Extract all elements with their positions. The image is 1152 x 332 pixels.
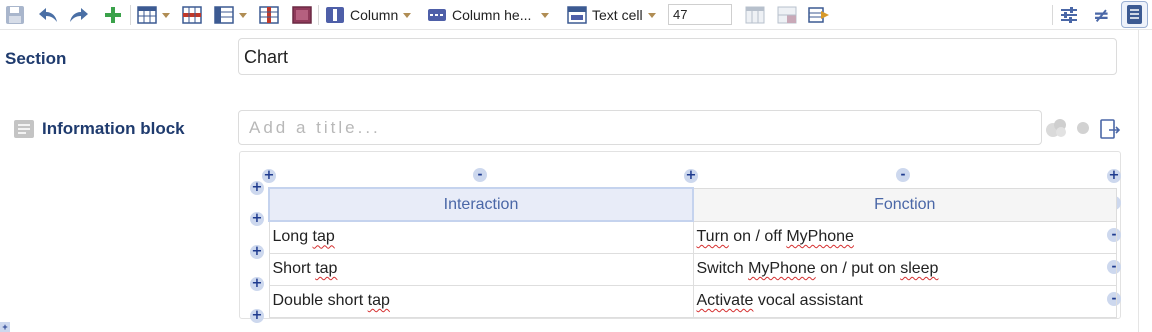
- settings-button[interactable]: [1060, 4, 1078, 26]
- column-label: Column: [350, 7, 399, 23]
- remove-column-button[interactable]: -: [473, 168, 487, 182]
- insert-column-icon: [214, 6, 234, 24]
- cell-text: Long: [272, 228, 313, 246]
- undo-button[interactable]: [37, 4, 59, 26]
- redo-button[interactable]: [68, 4, 90, 26]
- table-dropdown[interactable]: [137, 4, 170, 26]
- cell-text-misspelled: sleep: [900, 260, 939, 277]
- cell-text-misspelled: MyPhone: [786, 228, 854, 245]
- table-cell[interactable]: Switch MyPhone on / put on sleep: [692, 252, 1117, 286]
- information-block-label: Information block: [42, 119, 185, 138]
- split-column-icon: [259, 6, 279, 24]
- add-column-button[interactable]: +: [262, 169, 276, 183]
- insert-column-dropdown[interactable]: [214, 4, 247, 26]
- settings-sliders-icon: [1061, 7, 1077, 23]
- add-section-button[interactable]: +: [0, 322, 10, 332]
- cell-style-icon: [745, 6, 765, 24]
- section-label: Section: [5, 49, 67, 68]
- redo-icon: [70, 8, 88, 22]
- cell-text-misspelled: MyPhone: [748, 260, 816, 277]
- column-header-dropdown[interactable]: Column he...: [427, 4, 550, 26]
- cell-text: Short: [272, 260, 316, 277]
- table-icon: [137, 6, 157, 24]
- insert-row-icon: [182, 6, 202, 24]
- cell-text: vocal assistant: [753, 292, 863, 309]
- table-cell[interactable]: Activate vocal assistant: [692, 284, 1117, 318]
- cell-text-misspelled: tap: [312, 228, 335, 246]
- information-block-icon: [14, 120, 34, 138]
- cell-text-misspelled: Turn: [696, 228, 729, 245]
- dot-icon[interactable]: [1076, 121, 1090, 135]
- table-row: Short tap Switch MyPhone on / put on sle…: [268, 252, 1117, 286]
- table-row: Double short tap Activate vocal assistan…: [268, 284, 1117, 318]
- toolbar: Column Column he... Text cell 47 ≠: [0, 0, 1152, 30]
- table-cell[interactable]: Long tap: [268, 220, 694, 254]
- table-header-row: Interaction Fonction: [268, 187, 1117, 222]
- cell-text: on / off: [728, 228, 787, 245]
- cell-style-button[interactable]: [745, 4, 765, 26]
- size-input[interactable]: [668, 4, 732, 25]
- information-table: Interaction Fonction Long tap Turn on / …: [268, 187, 1117, 318]
- add-row-button[interactable]: +: [250, 277, 264, 291]
- cell-type-dropdown[interactable]: Text cell: [567, 4, 656, 26]
- cell-text-misspelled: Activate: [696, 292, 754, 309]
- chevron-down-icon: [403, 12, 412, 18]
- cell-text: Switch: [696, 260, 749, 277]
- not-equal-icon: ≠: [1093, 3, 1110, 27]
- split-column-button[interactable]: [259, 4, 279, 26]
- add-column-button[interactable]: +: [684, 169, 698, 183]
- insert-row-button[interactable]: [182, 4, 202, 26]
- cell-text: Double short: [272, 292, 368, 309]
- compare-button[interactable]: ≠: [1093, 3, 1110, 27]
- cell-text-misspelled: tap: [315, 260, 338, 277]
- chevron-down-icon: [162, 12, 170, 18]
- block-title-input[interactable]: [238, 110, 1042, 145]
- table-cell[interactable]: Short tap: [268, 252, 694, 286]
- column-header-interaction[interactable]: Interaction: [268, 187, 694, 222]
- add-row-button[interactable]: +: [250, 309, 264, 323]
- save-button[interactable]: [5, 4, 25, 26]
- section-title-field[interactable]: Chart: [238, 38, 1117, 75]
- text-cell-icon: [567, 6, 587, 24]
- export-block-icon[interactable]: [1099, 118, 1121, 140]
- merge-cells-button[interactable]: [292, 4, 312, 26]
- document-view-icon: [1127, 5, 1142, 24]
- add-row-button[interactable]: +: [250, 181, 264, 195]
- table-cell[interactable]: Turn on / off MyPhone: [692, 220, 1117, 254]
- table-cell[interactable]: Double short tap: [268, 284, 694, 318]
- chevron-down-icon: [647, 12, 656, 18]
- export-icon: [808, 7, 829, 23]
- column-type-dropdown[interactable]: Column: [325, 4, 412, 26]
- add-row-button[interactable]: +: [250, 212, 264, 226]
- text-cell-label: Text cell: [592, 7, 643, 23]
- add-row-button[interactable]: +: [250, 245, 264, 259]
- chevron-down-icon: [239, 12, 247, 18]
- cell-style-2-button[interactable]: [777, 4, 797, 26]
- document-view-button[interactable]: [1121, 1, 1148, 28]
- cell-text: on / put on: [815, 260, 901, 277]
- save-icon: [6, 6, 24, 24]
- table-row: Long tap Turn on / off MyPhone: [268, 220, 1117, 254]
- remove-column-button[interactable]: -: [896, 168, 910, 182]
- column-header-function[interactable]: Fonction: [692, 187, 1117, 222]
- undo-icon: [39, 8, 57, 22]
- column-header-icon: [428, 9, 446, 21]
- circles-icon[interactable]: [1045, 117, 1069, 139]
- add-icon: [105, 7, 121, 23]
- chevron-down-icon: [541, 12, 550, 18]
- add-button[interactable]: [103, 4, 123, 26]
- merge-cells-icon: [292, 6, 312, 24]
- column-header-label: Column he...: [452, 7, 532, 23]
- cell-text-misspelled: tap: [367, 292, 390, 309]
- export-button[interactable]: [808, 4, 830, 26]
- add-column-button[interactable]: +: [1107, 169, 1121, 183]
- column-icon: [326, 7, 344, 23]
- scrollbar-track[interactable]: [1138, 30, 1139, 332]
- cell-style-2-icon: [777, 6, 797, 24]
